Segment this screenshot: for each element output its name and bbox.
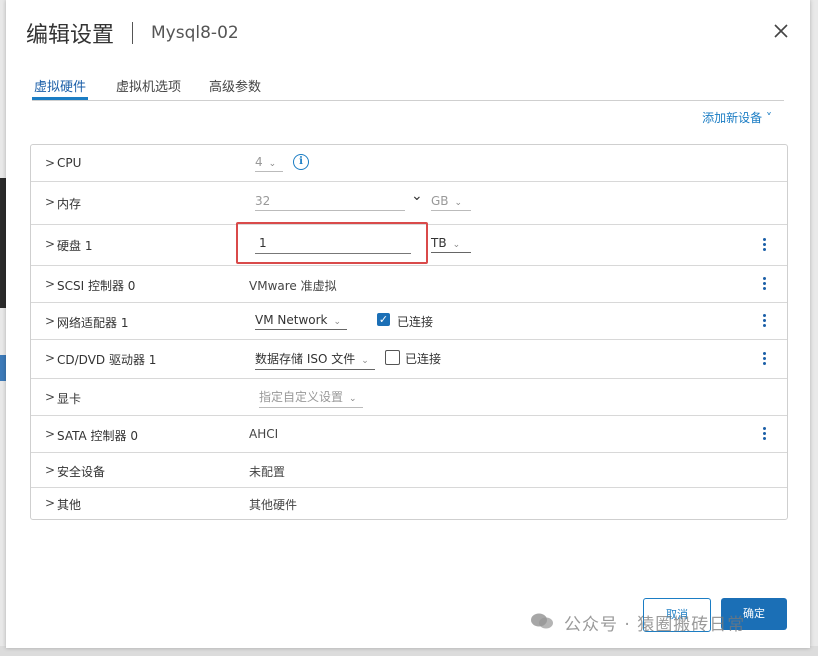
- chevron-right-icon[interactable]: >: [45, 195, 55, 209]
- add-new-device-button[interactable]: 添加新设备 ˅: [702, 109, 772, 126]
- chevron-down-icon: ⌄: [349, 394, 357, 404]
- disk-size-input[interactable]: [255, 233, 411, 254]
- memory-unit: GB: [431, 194, 449, 208]
- disk-unit: TB: [431, 236, 447, 250]
- row-label: 安全设备: [57, 465, 106, 479]
- chevron-right-icon[interactable]: >: [45, 390, 55, 404]
- chevron-right-icon[interactable]: >: [45, 496, 55, 510]
- more-actions-icon[interactable]: [763, 425, 767, 442]
- more-actions-icon[interactable]: [763, 312, 767, 329]
- more-actions-icon[interactable]: [763, 275, 767, 292]
- cpu-value: 4: [255, 155, 263, 169]
- cpu-select: 4 ⌄: [255, 155, 283, 172]
- row-scsi-controller[interactable]: > SCSI 控制器 0 VMware 准虚拟: [31, 266, 787, 303]
- row-memory[interactable]: > 内存 32 ⌄ GB ⌄: [31, 182, 787, 225]
- memory-input: 32: [255, 194, 405, 211]
- more-actions-icon[interactable]: [763, 350, 767, 367]
- background-app-right: [810, 0, 818, 656]
- scsi-value: VMware 准虚拟: [249, 279, 337, 293]
- chevron-right-icon[interactable]: >: [45, 351, 55, 365]
- row-other[interactable]: > 其他 其他硬件: [31, 488, 787, 519]
- chevron-right-icon[interactable]: >: [45, 237, 55, 251]
- tab-vm-options[interactable]: 虚拟机选项: [116, 74, 181, 98]
- info-icon[interactable]: i: [293, 154, 309, 170]
- video-value: 指定自定义设置: [259, 390, 344, 404]
- close-icon[interactable]: [772, 22, 790, 40]
- connected-label: 已连接: [405, 352, 442, 366]
- chevron-down-icon: ⌄: [361, 356, 369, 366]
- edit-settings-dialog: 编辑设置 Mysql8-02 虚拟硬件 虚拟机选项 高级参数 添加新设备 ˅ >…: [6, 0, 810, 648]
- memory-value: 32: [255, 194, 271, 208]
- row-label: 其他: [57, 498, 82, 512]
- wechat-icon: [531, 613, 553, 629]
- row-label: 内存: [57, 197, 82, 211]
- row-label: 显卡: [57, 392, 82, 406]
- network-select[interactable]: VM Network ⌄: [255, 313, 347, 330]
- dialog-title: 编辑设置: [26, 23, 115, 48]
- row-label: SCSI 控制器 0: [57, 279, 136, 293]
- chevron-right-icon[interactable]: >: [45, 156, 55, 170]
- chevron-down-icon: ⌄: [268, 159, 277, 169]
- network-value: VM Network: [255, 313, 328, 327]
- chevron-right-icon[interactable]: >: [45, 277, 55, 291]
- tab-advanced-params[interactable]: 高级参数: [209, 74, 261, 98]
- connected-label: 已连接: [397, 315, 434, 329]
- row-label: CPU: [57, 156, 82, 170]
- chevron-right-icon[interactable]: >: [45, 463, 55, 477]
- chevron-down-icon: ⌄: [452, 240, 461, 250]
- row-video-card[interactable]: > 显卡 指定自定义设置 ⌄: [31, 379, 787, 416]
- row-network-adapter[interactable]: > 网络适配器 1 VM Network ⌄ ✓ 已连接: [31, 303, 787, 340]
- chevron-down-icon: ⌄: [333, 317, 342, 327]
- row-label: 网络适配器 1: [57, 316, 129, 330]
- row-hard-disk[interactable]: > 硬盘 1 TB ⌄: [31, 222, 787, 266]
- title-divider: [132, 22, 134, 44]
- tab-virtual-hardware[interactable]: 虚拟硬件: [32, 74, 89, 100]
- cdrom-connected-checkbox[interactable]: [385, 350, 400, 365]
- chevron-down-icon: ⌄: [454, 198, 463, 208]
- vm-name: Mysql8-02: [151, 23, 239, 43]
- row-sata-controller[interactable]: > SATA 控制器 0 AHCI: [31, 416, 787, 453]
- cdrom-value: 数据存储 ISO 文件: [255, 352, 356, 366]
- security-value: 未配置: [249, 465, 286, 479]
- row-cd-dvd-drive[interactable]: > CD/DVD 驱动器 1 数据存储 ISO 文件 ⌄ 已连接: [31, 340, 787, 379]
- row-label: CD/DVD 驱动器 1: [57, 353, 157, 367]
- row-label: 硬盘 1: [57, 239, 93, 253]
- cdrom-select[interactable]: 数据存储 ISO 文件 ⌄: [255, 350, 375, 370]
- more-actions-icon[interactable]: [763, 236, 767, 253]
- tab-bar: 虚拟硬件 虚拟机选项 高级参数: [32, 74, 784, 101]
- chevron-right-icon[interactable]: >: [45, 427, 55, 441]
- network-connected-checkbox[interactable]: ✓: [377, 313, 390, 326]
- hardware-table: > CPU 4⌄ i > 内存 32 ⌄ GB⌄ > 硬盘 1 T: [30, 144, 788, 520]
- chevron-down-icon: ⌄: [411, 188, 423, 204]
- sata-value: AHCI: [249, 427, 279, 441]
- dialog-header: 编辑设置 Mysql8-02: [26, 18, 239, 48]
- disk-unit-select[interactable]: TB ⌄: [431, 236, 471, 253]
- row-cpu[interactable]: > CPU 4 ⌄ i: [31, 145, 787, 182]
- chevron-right-icon[interactable]: >: [45, 314, 55, 328]
- memory-unit-select: GB ⌄: [431, 194, 471, 211]
- row-label: SATA 控制器 0: [57, 429, 138, 443]
- watermark-text: 公众号 · 猿圈搬砖日常: [564, 615, 746, 635]
- other-value: 其他硬件: [249, 498, 298, 512]
- video-select: 指定自定义设置 ⌄: [259, 388, 363, 408]
- row-security-devices[interactable]: > 安全设备 未配置: [31, 453, 787, 488]
